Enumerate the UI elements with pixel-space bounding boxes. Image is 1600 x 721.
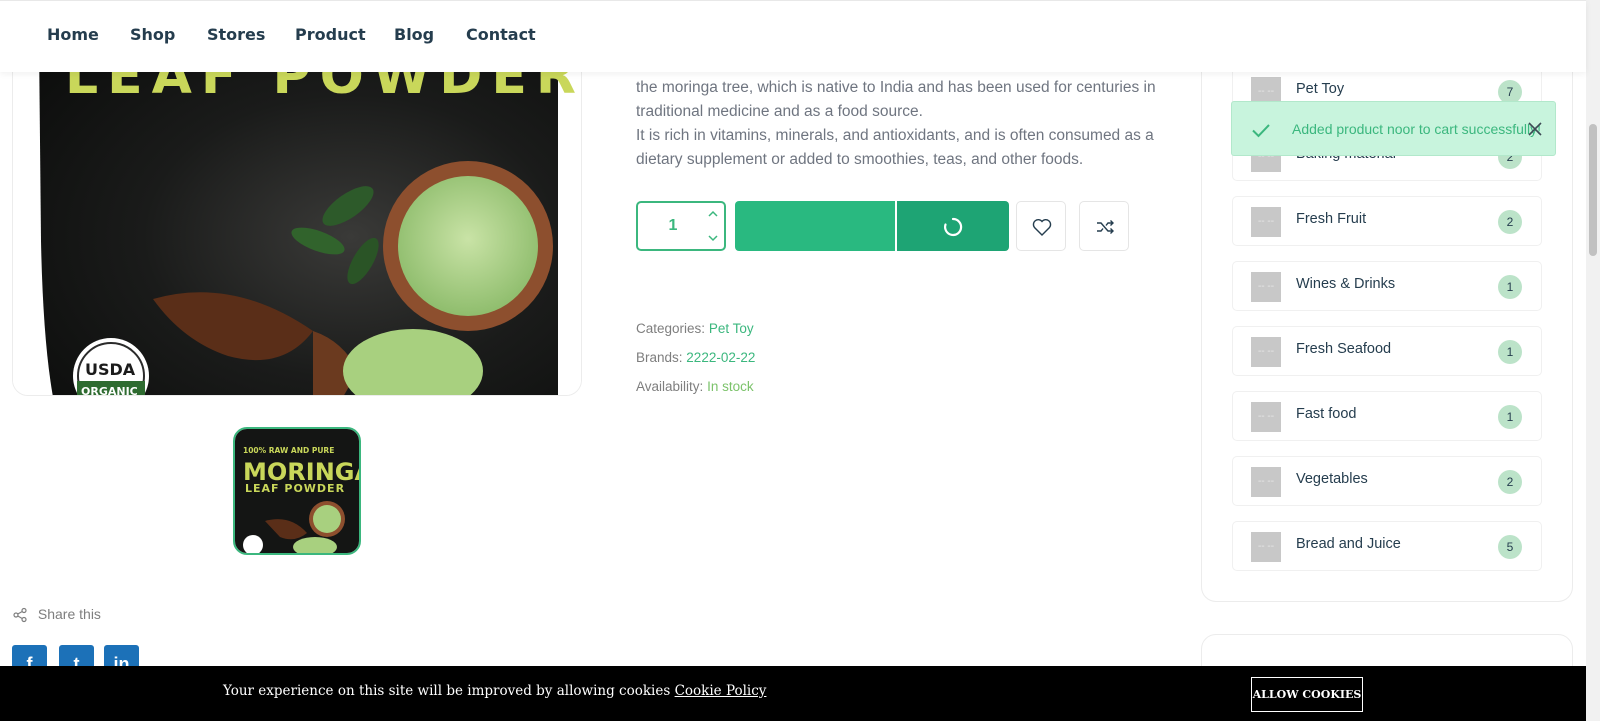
chevron-down-icon	[708, 235, 718, 242]
quantity-value[interactable]: 1	[638, 203, 708, 249]
description-paragraph: It is rich in vitamins, minerals, and an…	[636, 127, 1154, 168]
brands-link[interactable]: 2222-02-22	[686, 350, 755, 365]
category-item[interactable]: -- -- Fresh Fruit 2	[1232, 196, 1542, 246]
category-thumbnail: -- --	[1251, 467, 1281, 497]
category-name: Fresh Seafood	[1296, 341, 1392, 357]
product-thumbnail[interactable]: 100% RAW AND PURE MORINGA LEAF POWDER	[233, 427, 361, 555]
availability-value: In stock	[707, 379, 754, 394]
category-item[interactable]: -- -- Bread and Juice 5	[1232, 521, 1542, 571]
checkmark-icon	[1252, 124, 1270, 138]
cookie-policy-link[interactable]: Cookie Policy	[675, 683, 767, 699]
nav-blog[interactable]: Blog	[394, 25, 434, 44]
category-thumbnail: -- --	[1251, 272, 1281, 302]
share-label: Share this	[37, 606, 101, 622]
category-count-badge: 1	[1498, 275, 1522, 299]
moringa-package-image: LEAF POWDER USDA ORGANIC	[13, 41, 581, 396]
share-section: Share this	[12, 606, 101, 623]
category-item[interactable]: -- -- Wines & Drinks 1	[1232, 261, 1542, 311]
quantity-decrease-button[interactable]	[704, 229, 722, 247]
category-name: Vegetables	[1296, 471, 1368, 487]
toast-message: Added product noor to cart successfully!	[1292, 121, 1542, 137]
add-to-wishlist-button[interactable]	[1016, 201, 1066, 251]
nav-contact[interactable]: Contact	[466, 25, 536, 44]
quantity-increase-button[interactable]	[704, 205, 722, 223]
category-name: Pet Toy	[1296, 81, 1345, 97]
availability-label: Availability:	[636, 379, 704, 394]
cart-success-toast: Added product noor to cart successfully!	[1231, 101, 1556, 156]
product-brands: Brands: 2222-02-22	[636, 350, 755, 365]
category-name: Fresh Fruit	[1296, 211, 1367, 227]
category-thumbnail: -- --	[1251, 207, 1281, 237]
category-item[interactable]: -- -- Fresh Seafood 1	[1232, 326, 1542, 376]
top-navigation: Home Shop Stores Product Blog Contact	[0, 0, 1586, 72]
category-thumbnail: -- --	[1251, 402, 1281, 432]
svg-text:ORGANIC: ORGANIC	[81, 385, 138, 396]
category-name: Fast food	[1296, 406, 1357, 422]
page-scrollbar-thumb[interactable]	[1589, 124, 1597, 256]
nav-shop[interactable]: Shop	[130, 25, 175, 44]
categories-label: Categories:	[636, 321, 706, 336]
quantity-stepper[interactable]: 1	[636, 201, 726, 251]
chevron-up-icon	[708, 210, 718, 217]
share-icon	[13, 608, 27, 623]
cookie-text: Your experience on this site will be imp…	[223, 683, 671, 699]
product-description: the moringa tree, which is native to Ind…	[636, 76, 1156, 172]
cookie-consent-bar: Your experience on this site will be imp…	[0, 666, 1586, 721]
product-categories: Categories: Pet Toy	[636, 321, 754, 336]
category-count-badge: 1	[1498, 405, 1522, 429]
category-count-badge: 2	[1498, 470, 1522, 494]
close-icon[interactable]	[1526, 120, 1544, 138]
brands-label: Brands:	[636, 350, 683, 365]
nav-stores[interactable]: Stores	[207, 25, 265, 44]
svg-text:100% RAW AND PURE: 100% RAW AND PURE	[243, 446, 334, 455]
category-count-badge: 2	[1498, 210, 1522, 234]
description-paragraph: the moringa tree, which is native to Ind…	[636, 79, 1156, 120]
loading-spinner-icon	[944, 217, 963, 237]
shuffle-icon	[1097, 220, 1114, 234]
nav-product[interactable]: Product	[295, 25, 366, 44]
categories-link[interactable]: Pet Toy	[709, 321, 754, 336]
nav-home[interactable]: Home	[47, 25, 99, 44]
compare-button[interactable]	[1079, 201, 1129, 251]
cookie-message: Your experience on this site will be imp…	[223, 683, 766, 699]
product-availability: Availability: In stock	[636, 379, 754, 394]
buy-now-button[interactable]	[897, 201, 1009, 251]
allow-cookies-button[interactable]: ALLOW COOKIES	[1251, 677, 1363, 712]
moringa-thumbnail-image: 100% RAW AND PURE MORINGA LEAF POWDER	[235, 429, 359, 553]
add-to-cart-button[interactable]	[735, 201, 895, 251]
category-name: Wines & Drinks	[1296, 276, 1396, 292]
category-count-badge: 1	[1498, 340, 1522, 364]
svg-text:USDA: USDA	[85, 360, 136, 379]
product-main-image[interactable]: LEAF POWDER USDA ORGANIC	[12, 40, 582, 396]
category-item[interactable]: -- -- Vegetables 2	[1232, 456, 1542, 506]
category-name: Bread and Juice	[1296, 536, 1401, 552]
category-thumbnail: -- --	[1251, 532, 1281, 562]
category-count-badge: 5	[1498, 535, 1522, 559]
category-thumbnail: -- --	[1251, 337, 1281, 367]
heart-icon	[1032, 219, 1052, 236]
page-scrollbar-track[interactable]	[1586, 0, 1600, 721]
category-item[interactable]: -- -- Fast food 1	[1232, 391, 1542, 441]
svg-text:LEAF POWDER: LEAF POWDER	[245, 482, 345, 495]
